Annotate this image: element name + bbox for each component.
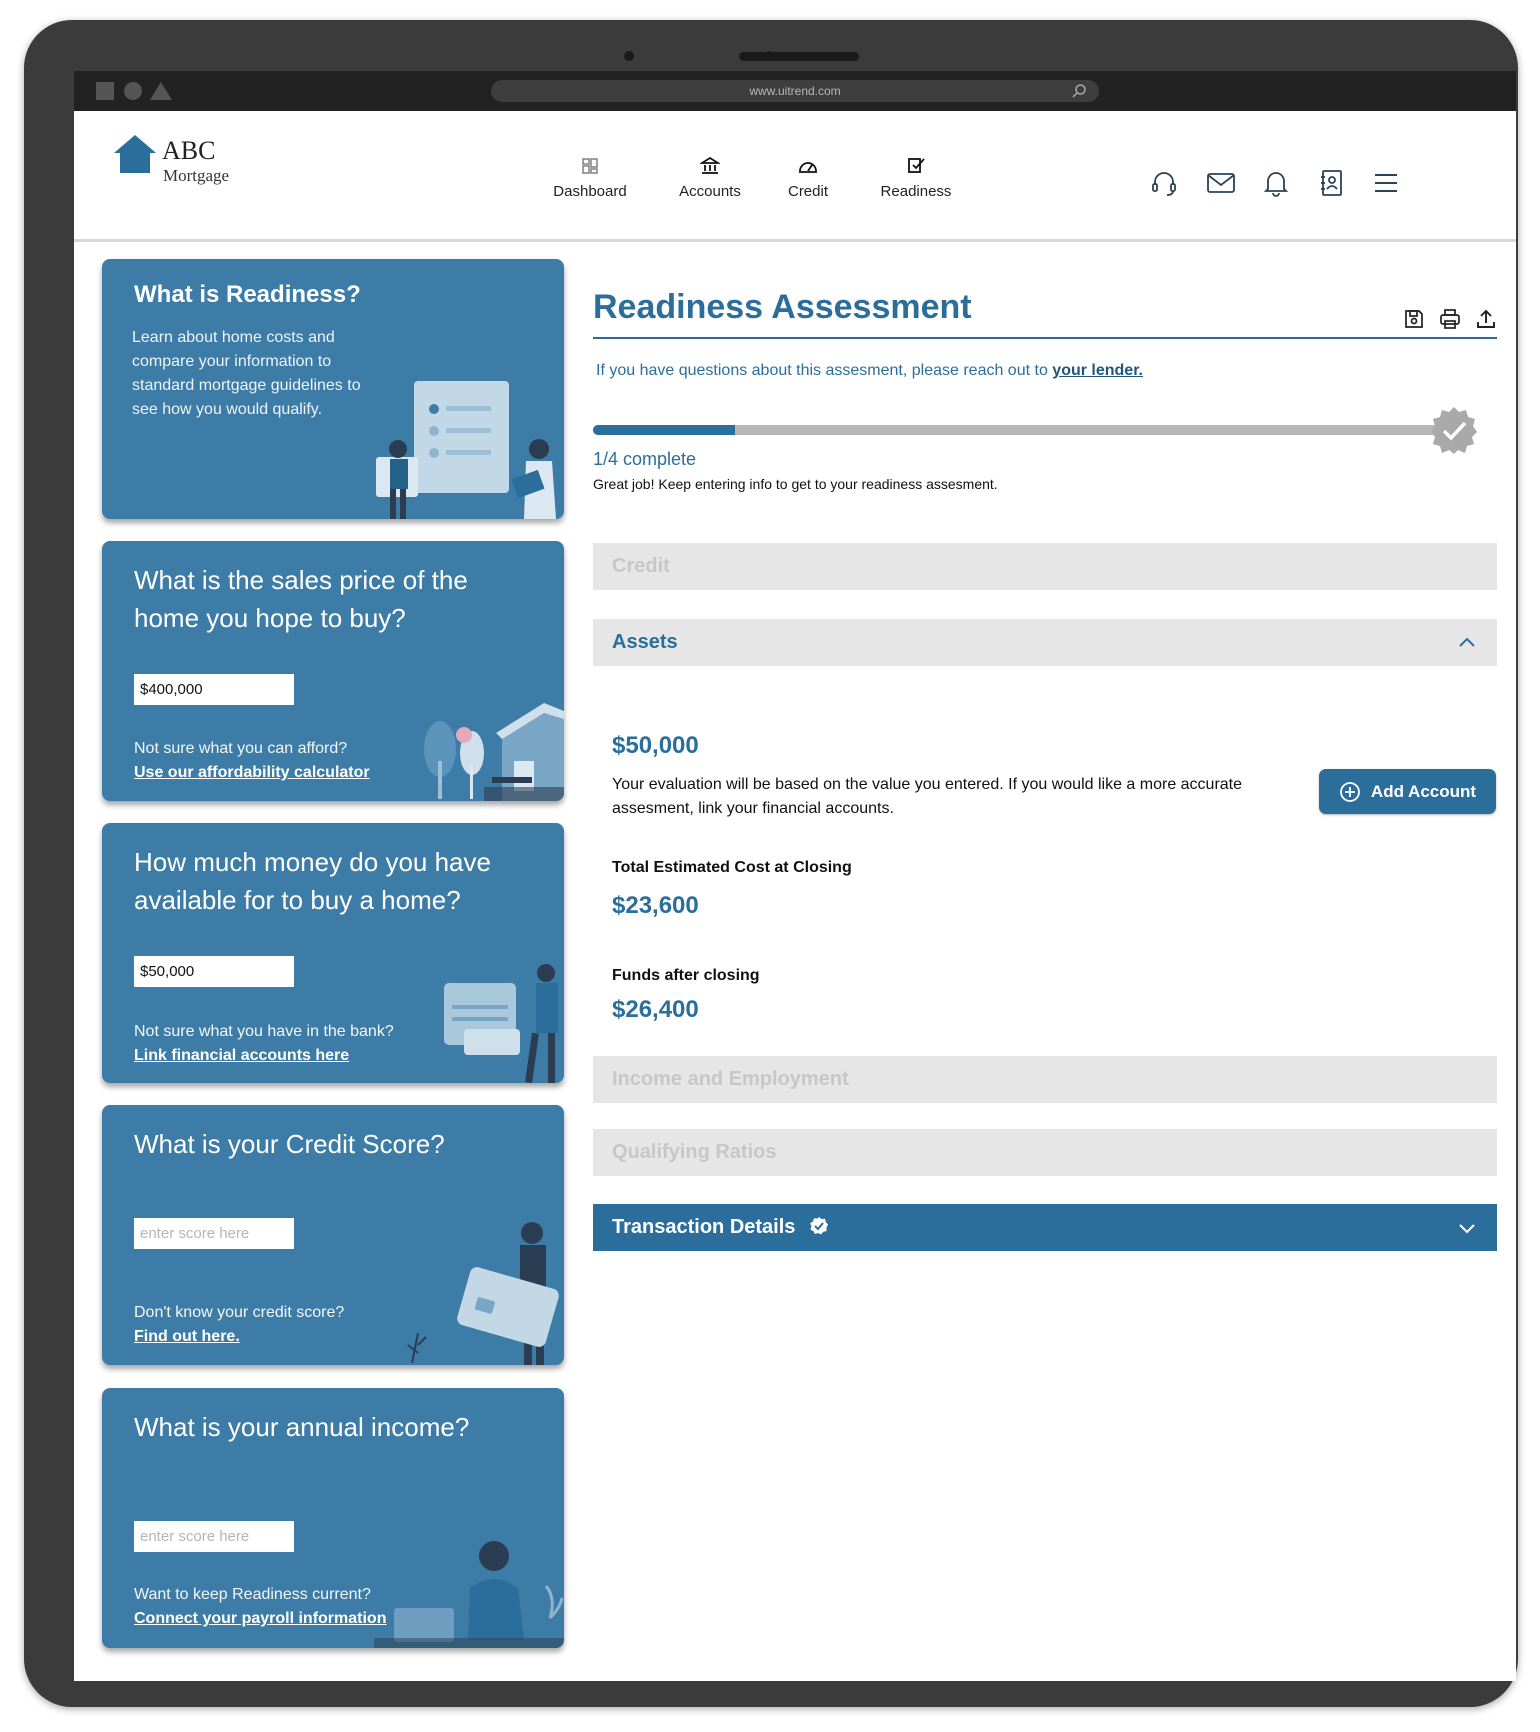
funds-after-closing-value: $26,400 — [612, 996, 699, 1023]
circle-icon — [124, 82, 142, 100]
check-circle-icon — [810, 1217, 828, 1235]
closing-cost-value: $23,600 — [612, 892, 699, 919]
url-text: www.uitrend.com — [749, 84, 841, 98]
annual-income-input[interactable] — [134, 1521, 294, 1552]
headset-icon[interactable] — [1148, 167, 1180, 199]
address-bar[interactable]: www.uitrend.com — [491, 80, 1099, 102]
nav-credit[interactable]: Credit — [772, 155, 844, 200]
house-icon — [114, 135, 156, 173]
search-icon[interactable] — [1071, 83, 1087, 99]
affordability-calculator-link[interactable]: Use our affordability calculator — [134, 764, 370, 782]
browser-bar: www.uitrend.com — [74, 71, 1516, 111]
section-transaction-details[interactable]: Transaction Details — [593, 1204, 1497, 1251]
title-divider — [593, 337, 1497, 339]
screen: www.uitrend.com ABC Mortgage Dashboard A… — [74, 71, 1516, 1681]
lender-note: If you have questions about this assesme… — [596, 362, 1143, 380]
card-description: Learn about home costs and compare your … — [132, 329, 361, 418]
device-notch — [739, 52, 859, 61]
sensor-dot — [764, 51, 774, 61]
device-frame: www.uitrend.com ABC Mortgage Dashboard A… — [24, 20, 1518, 1707]
top-navigation: ABC Mortgage Dashboard Accounts Credit R… — [74, 111, 1516, 242]
dashboard-icon — [582, 158, 598, 174]
contacts-icon[interactable] — [1315, 167, 1347, 199]
card-what-is-readiness: What is Readiness? Learn about home cost… — [102, 259, 564, 519]
brand-name: ABC — [162, 136, 216, 165]
chevron-up-icon[interactable] — [1457, 633, 1477, 653]
assets-description: Your evaluation will be based on the val… — [612, 776, 1243, 817]
credit-card-illustration — [407, 1222, 559, 1365]
brand-logo[interactable] — [112, 133, 158, 179]
bank-statement-illustration — [444, 964, 558, 1083]
brand-subname: Mortgage — [163, 166, 230, 185]
triangle-icon — [150, 82, 172, 100]
progress-message: Great job! Keep entering info to get to … — [593, 476, 998, 492]
section-label: Assets — [612, 631, 678, 653]
nav-label: Credit — [787, 183, 828, 200]
card-hint: Not sure what you can afford? — [134, 740, 348, 757]
page-title: Readiness Assessment — [593, 288, 972, 326]
nav-label: Accounts — [679, 183, 741, 200]
section-credit[interactable]: Credit — [593, 543, 1497, 590]
checklist-illustration — [376, 381, 556, 519]
section-income-employment[interactable]: Income and Employment — [593, 1056, 1497, 1103]
available-money-input[interactable] — [134, 956, 294, 987]
checklist-icon — [908, 158, 925, 173]
menu-icon[interactable] — [1370, 167, 1402, 199]
add-account-button[interactable]: Add Account — [1319, 769, 1496, 814]
find-credit-score-link[interactable]: Find out here. — [134, 1328, 240, 1346]
card-hint: Don't know your credit score? — [134, 1304, 345, 1321]
gauge-icon — [799, 162, 817, 173]
link-financial-accounts-link[interactable]: Link financial accounts here — [134, 1047, 349, 1065]
save-icon[interactable] — [1403, 308, 1425, 330]
section-label: Qualifying Ratios — [612, 1141, 777, 1163]
card-question: What is the sales price of the home you … — [134, 565, 468, 633]
house-illustration — [424, 703, 564, 801]
card-hint: Not sure what you have in the bank? — [134, 1023, 394, 1040]
nav-accounts[interactable]: Accounts — [664, 155, 756, 200]
assets-value: $50,000 — [612, 732, 699, 759]
section-label-text: Transaction Details — [612, 1216, 796, 1238]
card-question: What is your Credit Score? — [134, 1129, 445, 1159]
card-credit-score: What is your Credit Score? Don't know yo… — [102, 1105, 564, 1365]
upload-icon[interactable] — [1475, 308, 1497, 330]
card-available-money: How much money do you have available for… — [102, 823, 564, 1083]
chevron-down-icon[interactable] — [1457, 1218, 1477, 1238]
section-qualifying-ratios[interactable]: Qualifying Ratios — [593, 1129, 1497, 1176]
funds-after-closing-label: Funds after closing — [612, 967, 760, 984]
nav-dashboard[interactable]: Dashboard — [544, 155, 636, 200]
section-label: Credit — [612, 555, 670, 577]
section-assets[interactable]: Assets — [593, 619, 1497, 666]
lender-note-text: If you have questions about this assesme… — [596, 362, 1048, 379]
plus-circle-icon — [1340, 781, 1360, 802]
nav-label: Readiness — [880, 183, 952, 200]
card-question: How much money do you have available for… — [134, 847, 491, 915]
bank-icon — [700, 156, 720, 174]
card-question: What is your annual income? — [134, 1412, 470, 1442]
your-lender-link[interactable]: your lender. — [1052, 362, 1143, 379]
section-label: Income and Employment — [612, 1068, 849, 1090]
connect-payroll-link[interactable]: Connect your payroll information — [134, 1610, 386, 1628]
progress-label: 1/4 complete — [593, 449, 697, 469]
print-icon[interactable] — [1439, 308, 1461, 330]
mail-icon[interactable] — [1205, 167, 1237, 199]
progress-bar — [593, 425, 1453, 435]
progress-fill — [593, 425, 735, 435]
sales-price-input[interactable] — [134, 674, 294, 705]
title-actions — [1403, 308, 1497, 330]
check-badge-icon — [1431, 407, 1477, 454]
card-title: What is Readiness? — [134, 281, 361, 308]
card-sales-price: What is the sales price of the home you … — [102, 541, 564, 801]
credit-score-input[interactable] — [134, 1218, 294, 1249]
closing-cost-label: Total Estimated Cost at Closing — [612, 859, 852, 876]
square-icon — [96, 82, 114, 100]
card-annual-income: What is your annual income? Want to keep… — [102, 1388, 564, 1648]
nav-readiness[interactable]: Readiness — [874, 155, 958, 200]
person-at-desk-illustration — [374, 1541, 564, 1648]
camera-dot — [624, 51, 634, 61]
card-hint: Want to keep Readiness current? — [134, 1586, 371, 1603]
bell-icon[interactable] — [1260, 167, 1292, 199]
section-label: Transaction Details — [612, 1216, 829, 1239]
add-account-label: Add Account — [1370, 781, 1477, 801]
nav-label: Dashboard — [553, 183, 627, 200]
